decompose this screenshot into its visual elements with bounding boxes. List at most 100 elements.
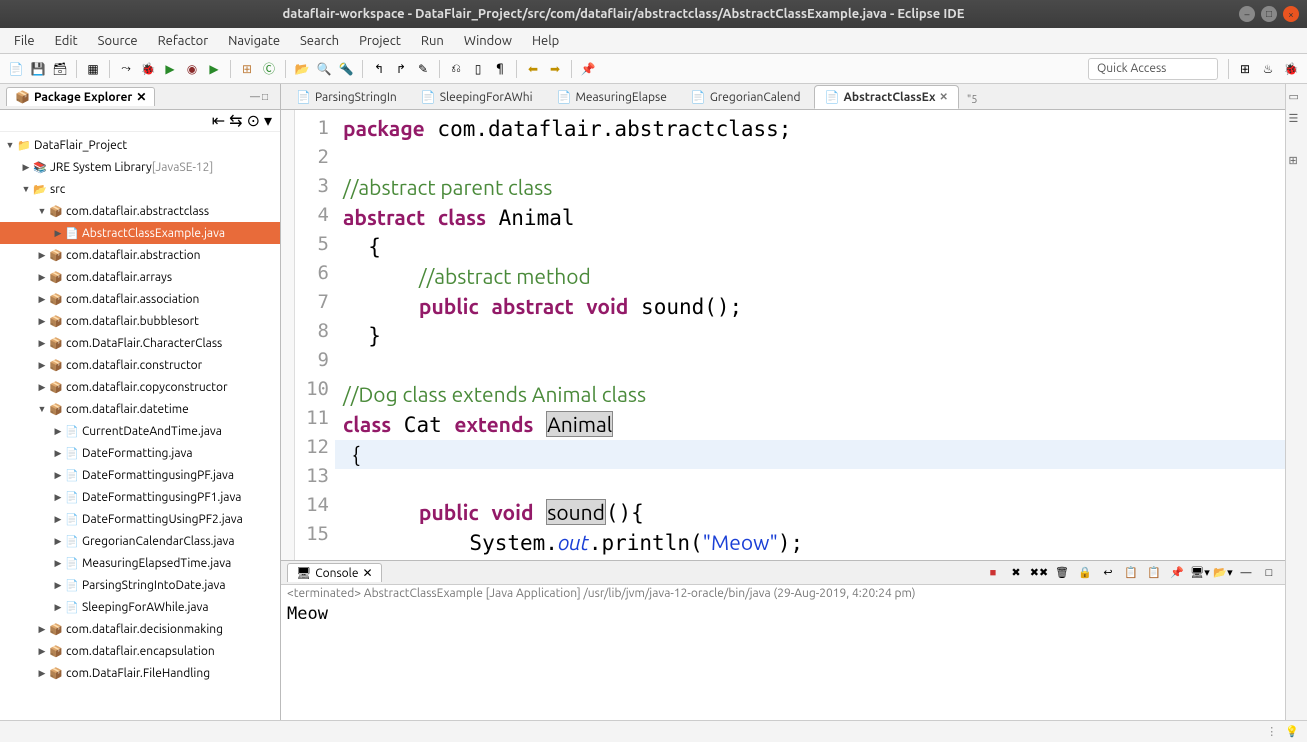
clear-console-icon[interactable]: 🗑 bbox=[1052, 563, 1072, 583]
menu-search[interactable]: Search bbox=[292, 32, 347, 50]
link-editor-icon[interactable]: ⇆ bbox=[229, 111, 242, 130]
close-icon[interactable]: ✕ bbox=[136, 90, 146, 104]
expand-twisty-icon[interactable]: ▶ bbox=[52, 470, 64, 481]
tree-item[interactable]: ▶📄AbstractClassExample.java bbox=[0, 222, 280, 244]
scroll-lock-icon[interactable]: 🔒 bbox=[1075, 563, 1095, 583]
menu-file[interactable]: File bbox=[6, 32, 43, 50]
expand-twisty-icon[interactable]: ▶ bbox=[52, 580, 64, 591]
drag-handle-icon[interactable]: ⋮ bbox=[1266, 725, 1277, 738]
tree-item[interactable]: ▶📄GregorianCalendarClass.java bbox=[0, 530, 280, 552]
open-console-icon[interactable]: 📂▾ bbox=[1213, 563, 1233, 583]
show-stderr-icon[interactable]: 📋 bbox=[1144, 563, 1164, 583]
show-whitespace-icon[interactable]: ¶ bbox=[490, 59, 510, 79]
expand-twisty-icon[interactable]: ▶ bbox=[36, 360, 48, 371]
tree-item[interactable]: ▶📦com.dataflair.encapsulation bbox=[0, 640, 280, 662]
tree-item[interactable]: ▶📦com.dataflair.decisionmaking bbox=[0, 618, 280, 640]
toggle-mark-icon[interactable]: ⎌ bbox=[446, 59, 466, 79]
open-perspective-icon[interactable]: ⊞ bbox=[1235, 59, 1255, 79]
pin-icon[interactable]: 📌 bbox=[578, 59, 598, 79]
tree-item[interactable]: ▶📦com.dataflair.association bbox=[0, 288, 280, 310]
expand-twisty-icon[interactable]: ▶ bbox=[52, 426, 64, 437]
expand-twisty-icon[interactable]: ▶ bbox=[52, 448, 64, 459]
task-list-icon[interactable]: ☰ bbox=[1289, 112, 1305, 128]
menu-source[interactable]: Source bbox=[90, 32, 146, 50]
toggle-breadcrumb-icon[interactable]: ▦ bbox=[83, 59, 103, 79]
quick-access-field[interactable]: Quick Access bbox=[1088, 58, 1218, 80]
expand-twisty-icon[interactable]: ▼ bbox=[36, 206, 48, 216]
editor-tab[interactable]: 📄ParsingStringIn bbox=[285, 85, 408, 109]
view-menu-icon[interactable]: ▾ bbox=[264, 111, 272, 130]
menu-edit[interactable]: Edit bbox=[47, 32, 86, 50]
tree-item[interactable]: ▶📄MeasuringElapsedTime.java bbox=[0, 552, 280, 574]
last-edit-icon[interactable]: ✎ bbox=[413, 59, 433, 79]
tree-item[interactable]: ▶📚JRE System Library [JavaSE-12] bbox=[0, 156, 280, 178]
remove-all-icon[interactable]: ✖✖ bbox=[1029, 563, 1049, 583]
menu-refactor[interactable]: Refactor bbox=[150, 32, 217, 50]
expand-twisty-icon[interactable]: ▼ bbox=[4, 140, 16, 150]
console-output[interactable]: Meow bbox=[281, 602, 1285, 720]
maximize-console-icon[interactable]: □ bbox=[1259, 563, 1279, 583]
restore-view-icon[interactable]: ▭ bbox=[1289, 90, 1305, 106]
tree-item[interactable]: ▶📦com.dataflair.arrays bbox=[0, 266, 280, 288]
tree-item[interactable]: ▶📦com.dataflair.copyconstructor bbox=[0, 376, 280, 398]
expand-twisty-icon[interactable]: ▶ bbox=[36, 338, 48, 349]
expand-twisty-icon[interactable]: ▶ bbox=[52, 228, 64, 239]
tree-item[interactable]: ▼📂src bbox=[0, 178, 280, 200]
debug-icon[interactable]: 🐞 bbox=[138, 59, 158, 79]
expand-twisty-icon[interactable]: ▼ bbox=[20, 184, 32, 194]
tree-item[interactable]: ▼📦com.dataflair.datetime bbox=[0, 398, 280, 420]
minimize-view-icon[interactable]: — bbox=[250, 91, 262, 103]
editor-tab[interactable]: 📄GregorianCalend bbox=[680, 85, 812, 109]
close-button[interactable]: × bbox=[1283, 6, 1299, 22]
terminate-icon[interactable]: ■ bbox=[983, 563, 1003, 583]
save-icon[interactable]: 💾 bbox=[28, 59, 48, 79]
close-tab-icon[interactable]: ✕ bbox=[940, 91, 948, 103]
run-icon[interactable]: ▶ bbox=[160, 59, 180, 79]
expand-twisty-icon[interactable]: ▶ bbox=[52, 536, 64, 547]
tree-item[interactable]: ▶📄CurrentDateAndTime.java bbox=[0, 420, 280, 442]
maximize-button[interactable]: □ bbox=[1261, 6, 1277, 22]
project-tree[interactable]: ▼📁DataFlair_Project▶📚JRE System Library … bbox=[0, 132, 280, 720]
show-stdout-icon[interactable]: 📋 bbox=[1121, 563, 1141, 583]
expand-twisty-icon[interactable]: ▶ bbox=[36, 668, 48, 679]
menu-navigate[interactable]: Navigate bbox=[220, 32, 288, 50]
display-console-icon[interactable]: 🖥▾ bbox=[1190, 563, 1210, 583]
tree-item[interactable]: ▶📄ParsingStringIntoDate.java bbox=[0, 574, 280, 596]
tree-item[interactable]: ▼📁DataFlair_Project bbox=[0, 134, 280, 156]
tree-item[interactable]: ▶📦com.DataFlair.FileHandling bbox=[0, 662, 280, 684]
open-task-icon[interactable]: 🔍 bbox=[314, 59, 334, 79]
menu-window[interactable]: Window bbox=[456, 32, 520, 50]
search-icon[interactable]: 🔦 bbox=[336, 59, 356, 79]
console-tab[interactable]: 🖥 Console ✕ bbox=[287, 563, 382, 582]
code-area[interactable]: package com.dataflair.abstractclass; //a… bbox=[335, 110, 1285, 560]
java-perspective-icon[interactable]: ♨ bbox=[1258, 59, 1278, 79]
annotation-next-icon[interactable]: ↱ bbox=[391, 59, 411, 79]
editor-tab[interactable]: 📄SleepingForAWhi bbox=[410, 85, 544, 109]
debug-perspective-icon[interactable]: 🐞 bbox=[1281, 59, 1301, 79]
focus-icon[interactable]: ⊙ bbox=[247, 111, 260, 130]
back-icon[interactable]: ⬅ bbox=[523, 59, 543, 79]
forward-icon[interactable]: ➡ bbox=[545, 59, 565, 79]
editor-body[interactable]: 1 2 3 4 5 6 7 8 9 10 11 12 13 14 15 pack… bbox=[281, 110, 1285, 560]
expand-twisty-icon[interactable]: ▶ bbox=[36, 250, 48, 261]
menu-run[interactable]: Run bbox=[413, 32, 452, 50]
tree-item[interactable]: ▶📄DateFormatting.java bbox=[0, 442, 280, 464]
outline-icon[interactable]: ⊞ bbox=[1289, 154, 1305, 170]
word-wrap-icon[interactable]: ↩ bbox=[1098, 563, 1118, 583]
open-type-icon[interactable]: 📂 bbox=[292, 59, 312, 79]
new-icon[interactable]: 📄 bbox=[6, 59, 26, 79]
editor-tab[interactable]: 📄MeasuringElapse bbox=[545, 85, 677, 109]
pin-console-icon[interactable]: 📌 bbox=[1167, 563, 1187, 583]
expand-twisty-icon[interactable]: ▶ bbox=[52, 602, 64, 613]
tip-icon[interactable]: 💡 bbox=[1285, 725, 1299, 738]
tree-item[interactable]: ▶📄DateFormattingusingPF1.java bbox=[0, 486, 280, 508]
collapse-all-icon[interactable]: ⇤ bbox=[212, 111, 225, 130]
expand-twisty-icon[interactable]: ▶ bbox=[52, 514, 64, 525]
tree-item[interactable]: ▼📦com.dataflair.abstractclass bbox=[0, 200, 280, 222]
tree-item[interactable]: ▶📦com.dataflair.constructor bbox=[0, 354, 280, 376]
remove-launch-icon[interactable]: ✖ bbox=[1006, 563, 1026, 583]
annotation-prev-icon[interactable]: ↰ bbox=[369, 59, 389, 79]
expand-twisty-icon[interactable]: ▶ bbox=[52, 558, 64, 569]
package-explorer-tab[interactable]: 📦 Package Explorer ✕ bbox=[6, 87, 155, 106]
run-last-icon[interactable]: ▶ bbox=[204, 59, 224, 79]
